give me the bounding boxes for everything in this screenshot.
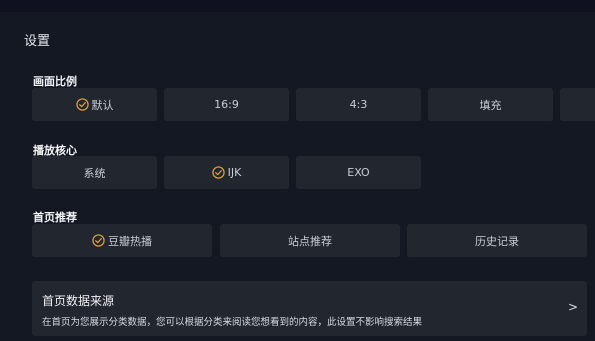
- settings-page: 设置 画面比例 默认 16:9 4:3 填充 播放核心 系统 IJK EXO 首…: [0, 12, 595, 341]
- check-circle-icon: [92, 234, 105, 247]
- check-circle-icon: [211, 166, 225, 179]
- option-aspect-partial[interactable]: [560, 88, 595, 121]
- option-label: 历史记录: [475, 234, 519, 248]
- option-label: IJK: [227, 166, 242, 179]
- top-status-strip: [0, 0, 595, 12]
- section-label-aspect: 画面比例: [33, 75, 77, 88]
- source-title: 首页数据来源: [42, 294, 115, 308]
- option-label: EXO: [347, 166, 370, 179]
- option-label: 填充: [479, 98, 502, 112]
- chevron-right-icon: >: [567, 300, 578, 314]
- option-label: 默认: [91, 98, 114, 112]
- option-aspect-fill[interactable]: 填充: [428, 88, 553, 121]
- page-title: 设置: [24, 34, 51, 49]
- option-player-system[interactable]: 系统: [32, 156, 157, 189]
- section-label-home: 首页推荐: [33, 211, 77, 224]
- option-label: 系统: [83, 166, 106, 180]
- option-home-douban[interactable]: 豆瓣热播: [32, 224, 212, 257]
- check-circle-icon: [75, 98, 89, 111]
- option-aspect-16-9[interactable]: 16:9: [164, 88, 289, 121]
- option-aspect-4-3[interactable]: 4:3: [296, 88, 421, 121]
- home-data-source-row[interactable]: 首页数据来源 在首页为您展示分类数据，您可以根据分类来阅读您想看到的内容，此设置…: [32, 281, 587, 336]
- option-label: 豆瓣热播: [108, 234, 152, 248]
- option-aspect-default[interactable]: 默认: [32, 88, 157, 121]
- option-player-ijk[interactable]: IJK: [164, 156, 289, 189]
- source-description: 在首页为您展示分类数据，您可以根据分类来阅读您想看到的内容，此设置不影响搜索结果: [42, 317, 423, 328]
- option-home-history[interactable]: 历史记录: [407, 224, 587, 257]
- option-player-exo[interactable]: EXO: [296, 156, 421, 189]
- option-label: 站点推荐: [288, 234, 332, 248]
- option-label: 4:3: [349, 98, 368, 111]
- option-label: 16:9: [214, 98, 239, 111]
- option-home-site[interactable]: 站点推荐: [220, 224, 400, 257]
